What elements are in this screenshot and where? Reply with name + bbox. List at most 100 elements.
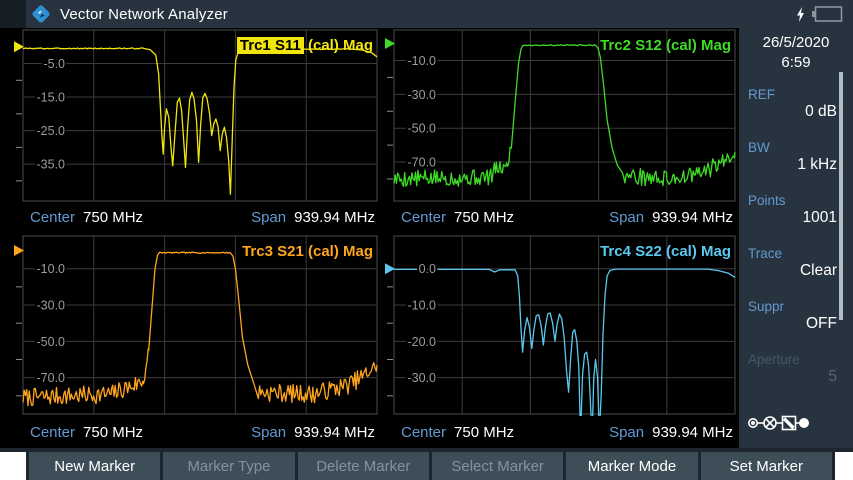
menu-button-set-marker[interactable]: Set Marker	[701, 452, 832, 480]
center-label: Center	[30, 424, 75, 441]
menu-button-marker-mode[interactable]: Marker Mode	[566, 452, 697, 480]
y-axis-tick-label: -35.0	[37, 158, 66, 172]
freq-readout-strip: Center 750 MHz Span 939.94 MHz	[384, 416, 739, 448]
span-value: 939.94 MHz	[652, 209, 733, 226]
parameter-sidebar: 26/5/2020 6:59 REF0 dB BW1 kHz Points1001 T…	[739, 28, 853, 448]
app-title: Vector Network Analyzer	[60, 6, 228, 23]
param-label: Aperture	[748, 352, 837, 367]
port-configuration-icon	[747, 412, 809, 439]
menubar-left-corner	[0, 452, 26, 480]
param-label: Trace	[748, 246, 837, 261]
plot-canvas-trc1-s11: -5.0 -15.0 -25.0 -35.0	[0, 28, 381, 203]
time-display: 6:59	[739, 54, 853, 71]
trace-format: (cal) Mag	[304, 37, 373, 54]
span-label: Span	[609, 424, 644, 441]
trace-name: Trc1 S11	[237, 37, 304, 54]
status-icons	[794, 5, 843, 23]
param-label: BW	[748, 140, 837, 155]
sidebar-param-points: Points1001	[748, 193, 837, 227]
y-axis-tick-label: 0.0	[419, 262, 436, 276]
span-label: Span	[609, 209, 644, 226]
trace-format: (cal) Mag	[662, 243, 731, 260]
y-axis-tick-label: -70.0	[37, 371, 66, 385]
center-label: Center	[401, 209, 446, 226]
plot-canvas-trc2-s12: -10.0 -30.0 -50.0 -70.0	[384, 28, 739, 203]
plot-trc1-s11[interactable]: -5.0 -15.0 -25.0 -35.0 Trc1 S11 (cal) Mag Cen…	[0, 28, 381, 231]
center-value: 750 MHz	[83, 209, 143, 226]
param-value: 1 kHz	[748, 156, 837, 174]
menu-button-delete-marker[interactable]: Delete Marker	[298, 452, 429, 480]
y-axis-tick-label: -50.0	[408, 122, 437, 136]
y-axis-tick-label: -30.0	[408, 371, 437, 385]
sidebar-parameter-list: REF0 dB BW1 kHz Points1001 TraceClear SupprO…	[739, 87, 853, 386]
menu-button-select-marker[interactable]: Select Marker	[432, 452, 563, 480]
y-axis-tick-label: -30.0	[408, 88, 437, 102]
param-label: Suppr	[748, 299, 837, 314]
span-value: 939.94 MHz	[294, 424, 375, 441]
param-value: 5	[748, 368, 837, 386]
y-axis-tick-label: -10.0	[408, 299, 437, 313]
y-axis-tick-label: -15.0	[37, 91, 66, 105]
title-bar: Vector Network Analyzer	[0, 0, 853, 28]
sidebar-scrollbar[interactable]	[839, 72, 843, 320]
y-axis-tick-label: -30.0	[37, 299, 66, 313]
sidebar-param-trace: TraceClear	[748, 246, 837, 280]
y-axis-tick-label: -10.0	[37, 262, 66, 276]
plot-trc4-s22[interactable]: 0.0 -10.0 -20.0 -30.0 Trc4 S22 (cal) Mag Cent…	[384, 234, 739, 448]
plot-canvas-trc4-s22: 0.0 -10.0 -20.0 -30.0	[384, 234, 739, 416]
center-label: Center	[401, 424, 446, 441]
menu-button-marker-type[interactable]: Marker Type	[163, 452, 294, 480]
param-value: Clear	[748, 262, 837, 280]
titlebar-left-block	[0, 0, 26, 28]
param-value: OFF	[748, 315, 837, 333]
rohde-schwarz-logo-icon	[30, 3, 52, 25]
param-label: Points	[748, 193, 837, 208]
softkey-menu-bar: New MarkerMarker TypeDelete MarkerSelect…	[0, 448, 853, 480]
sidebar-param-suppr: SupprOFF	[748, 299, 837, 333]
plot-grid: -5.0 -15.0 -25.0 -35.0 Trc1 S11 (cal) Mag Cen…	[0, 28, 739, 448]
y-axis-tick-label: -70.0	[408, 156, 437, 170]
date-display: 26/5/2020	[739, 34, 853, 51]
trace-label-trc4-s22[interactable]: Trc4 S22 (cal) Mag	[600, 243, 731, 260]
span-value: 939.94 MHz	[294, 209, 375, 226]
menubar-right-corner	[835, 452, 853, 480]
vna-screen: Vector Network Analyzer -5.0 -15.0 -25.0 -3…	[0, 0, 853, 480]
center-value: 750 MHz	[454, 209, 514, 226]
trace-name: Trc4 S22	[600, 243, 662, 260]
sidebar-param-bw: BW1 kHz	[748, 140, 837, 174]
main-area: -5.0 -15.0 -25.0 -35.0 Trc1 S11 (cal) Mag Cen…	[0, 28, 853, 448]
y-axis-tick-label: -25.0	[37, 124, 66, 138]
freq-readout-strip: Center 750 MHz Span 939.94 MHz	[0, 203, 381, 231]
center-label: Center	[30, 209, 75, 226]
ac-power-icon	[794, 6, 807, 23]
param-value: 0 dB	[748, 103, 837, 121]
span-value: 939.94 MHz	[652, 424, 733, 441]
sidebar-param-ref: REF0 dB	[748, 87, 837, 121]
center-value: 750 MHz	[83, 424, 143, 441]
battery-icon	[811, 5, 843, 23]
freq-readout-strip: Center 750 MHz Span 939.94 MHz	[0, 416, 381, 448]
center-value: 750 MHz	[454, 424, 514, 441]
sidebar-param-aperture: Aperture5	[748, 352, 837, 386]
param-label: REF	[748, 87, 837, 102]
plot-canvas-trc3-s21: -10.0 -30.0 -50.0 -70.0	[0, 234, 381, 416]
trace-format: (cal) Mag	[304, 243, 373, 260]
plot-trc2-s12[interactable]: -10.0 -30.0 -50.0 -70.0 Trc2 S12 (cal) Mag Ce…	[384, 28, 739, 231]
trace-name: Trc2 S12	[600, 37, 662, 54]
trace-label-trc1-s11[interactable]: Trc1 S11 (cal) Mag	[237, 37, 373, 54]
trace-name: Trc3 S21	[242, 243, 304, 260]
y-axis-tick-label: -50.0	[37, 335, 66, 349]
trace-format: (cal) Mag	[662, 37, 731, 54]
trace-label-trc2-s12[interactable]: Trc2 S12 (cal) Mag	[600, 37, 731, 54]
param-value: 1001	[748, 209, 837, 227]
plot-trc3-s21[interactable]: -10.0 -30.0 -50.0 -70.0 Trc3 S21 (cal) Mag Ce…	[0, 234, 381, 448]
menu-button-new-marker[interactable]: New Marker	[29, 452, 160, 480]
span-label: Span	[251, 209, 286, 226]
softkey-buttons: New MarkerMarker TypeDelete MarkerSelect…	[29, 452, 832, 480]
y-axis-tick-label: -10.0	[408, 54, 437, 68]
trace-label-trc3-s21[interactable]: Trc3 S21 (cal) Mag	[242, 243, 373, 260]
y-axis-tick-label: -20.0	[408, 335, 437, 349]
span-label: Span	[251, 424, 286, 441]
freq-readout-strip: Center 750 MHz Span 939.94 MHz	[384, 203, 739, 231]
y-axis-tick-label: -5.0	[43, 57, 65, 71]
